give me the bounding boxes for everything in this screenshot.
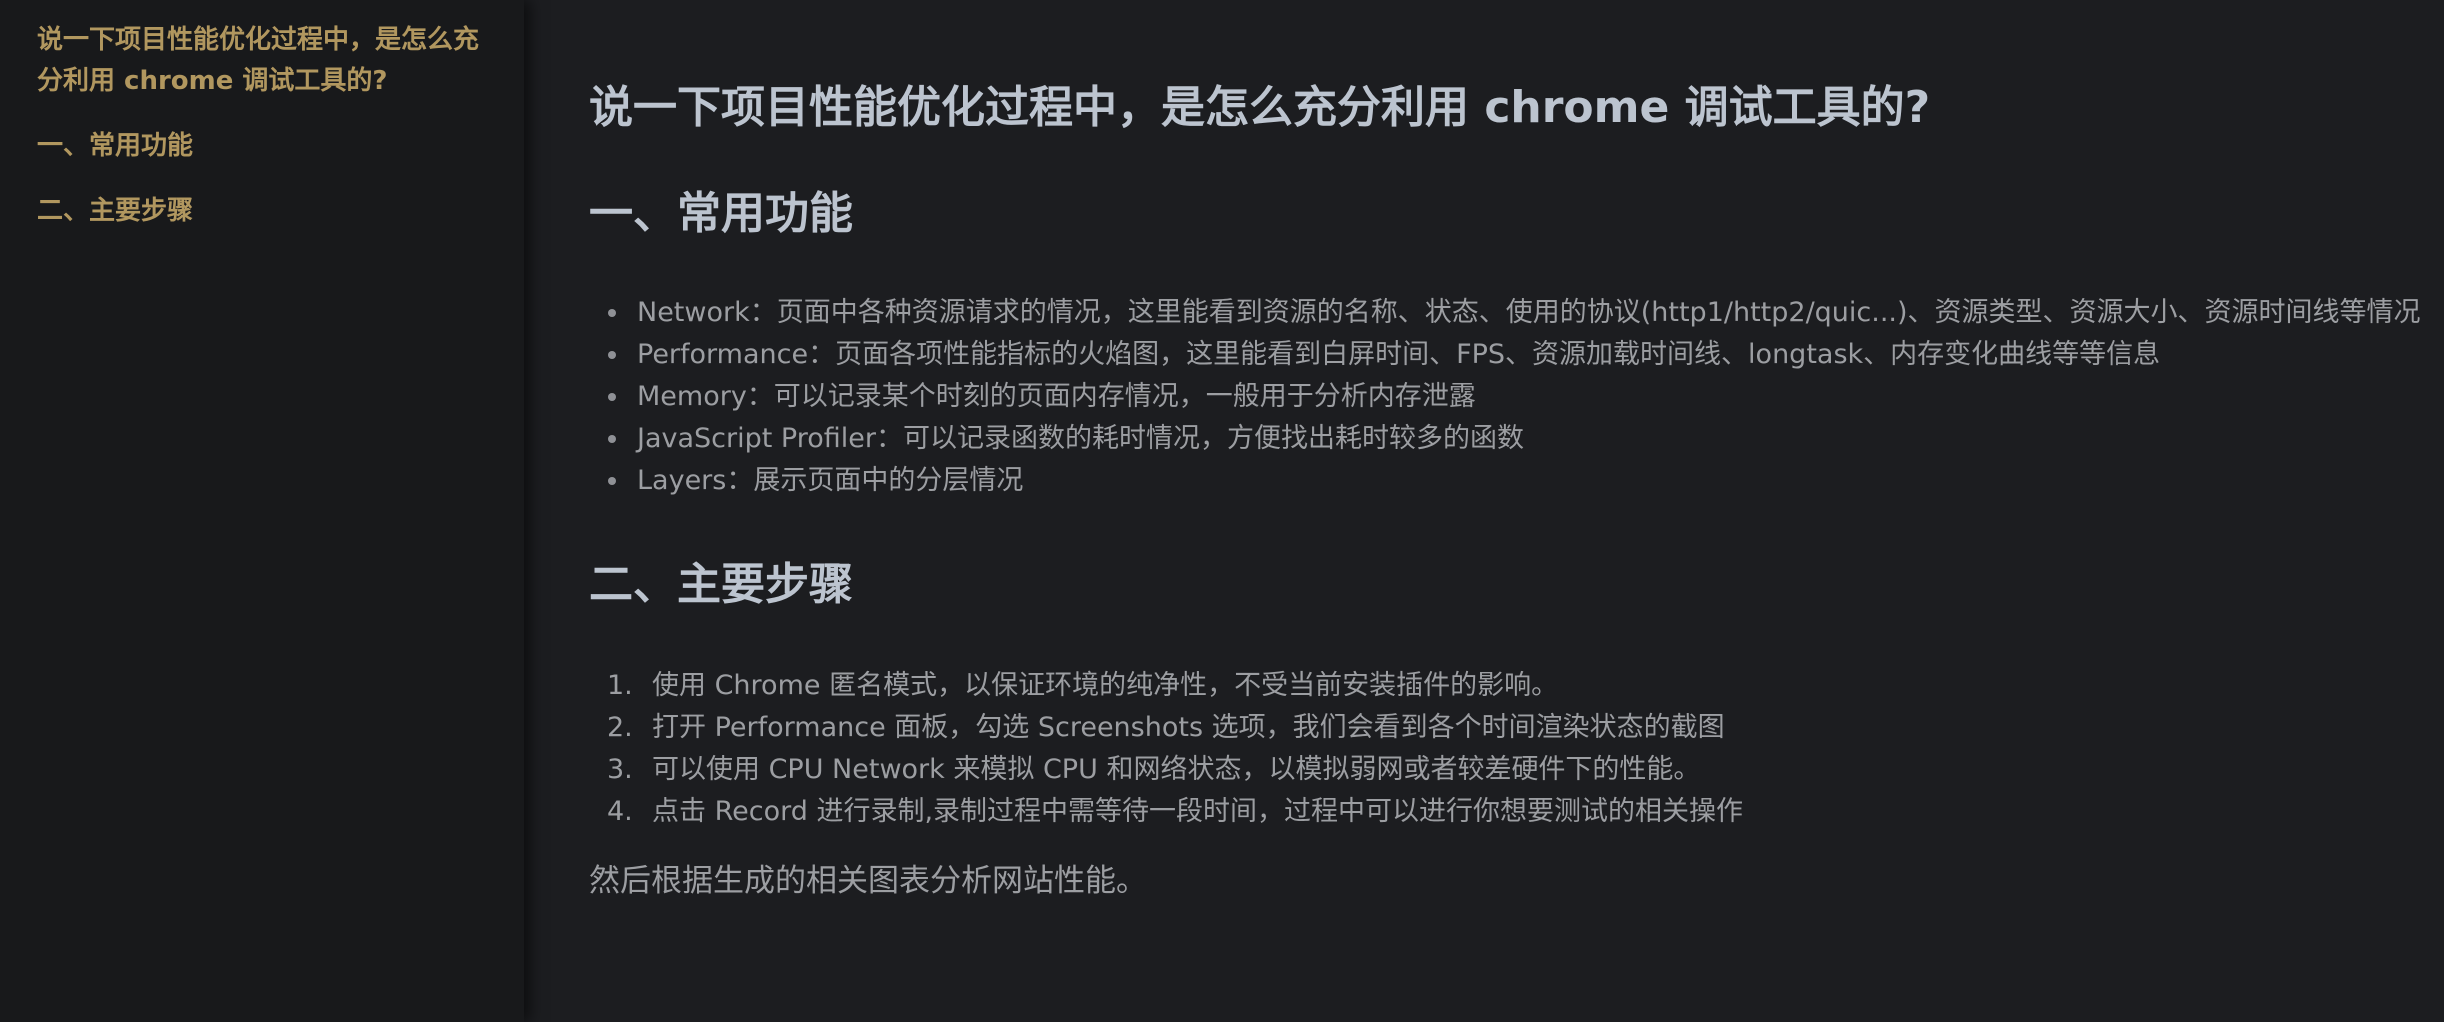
list-item-text: Network：页面中各种资源请求的情况，这里能看到资源的名称、状态、使用的协议… (637, 297, 2421, 328)
bullet-icon (608, 477, 616, 485)
step-number: 1. (607, 670, 633, 701)
steps-list: 1. 使用 Chrome 匿名模式，以保证环境的纯净性，不受当前安装插件的影响。 … (589, 665, 2426, 833)
list-item: 1. 使用 Chrome 匿名模式，以保证环境的纯净性，不受当前安装插件的影响。 (589, 665, 2426, 707)
list-item: Memory：可以记录某个时刻的页面内存情况，一般用于分析内存泄露 (589, 376, 2426, 417)
bullet-icon (608, 351, 616, 359)
step-number: 2. (607, 712, 633, 743)
toc-sidebar: 说一下项目性能优化过程中，是怎么充分利用 chrome 调试工具的? 一、常用功… (0, 0, 524, 1022)
features-list: Network：页面中各种资源请求的情况，这里能看到资源的名称、状态、使用的协议… (589, 292, 2426, 501)
bullet-icon (608, 435, 616, 443)
list-item: Performance：页面各项性能指标的火焰图，这里能看到白屏时间、FPS、资… (589, 334, 2426, 375)
conclusion-paragraph: 然后根据生成的相关图表分析网站性能。 (589, 863, 1147, 899)
step-text: 可以使用 CPU Network 来模拟 CPU 和网络状态，以模拟弱网或者较差… (652, 754, 1701, 785)
list-item: Layers：展示页面中的分层情况 (589, 460, 2426, 501)
toc-item-steps[interactable]: 二、主要步骤 (37, 191, 494, 232)
section-heading-features: 一、常用功能 (589, 188, 853, 239)
list-item: Network：页面中各种资源请求的情况，这里能看到资源的名称、状态、使用的协议… (589, 292, 2426, 333)
step-text: 使用 Chrome 匿名模式，以保证环境的纯净性，不受当前安装插件的影响。 (652, 670, 1559, 701)
list-item-text: Memory：可以记录某个时刻的页面内存情况，一般用于分析内存泄露 (637, 381, 1476, 412)
list-item: 4. 点击 Record 进行录制,录制过程中需等待一段时间，过程中可以进行你想要… (589, 791, 2426, 833)
article-title: 说一下项目性能优化过程中，是怎么充分利用 chrome 调试工具的? (589, 82, 1931, 133)
toc-item-features[interactable]: 一、常用功能 (37, 126, 494, 167)
list-item-text: Performance：页面各项性能指标的火焰图，这里能看到白屏时间、FPS、资… (637, 339, 2161, 370)
step-text: 点击 Record 进行录制,录制过程中需等待一段时间，过程中可以进行你想要测试… (652, 796, 1744, 827)
bullet-icon (608, 393, 616, 401)
step-text: 打开 Performance 面板，勾选 Screenshots 选项，我们会看… (652, 712, 1725, 743)
toc-item-title[interactable]: 说一下项目性能优化过程中，是怎么充分利用 chrome 调试工具的? (37, 20, 494, 102)
section-heading-steps: 二、主要步骤 (589, 559, 853, 610)
list-item: 3. 可以使用 CPU Network 来模拟 CPU 和网络状态，以模拟弱网或者… (589, 749, 2426, 791)
app-window: 说一下项目性能优化过程中，是怎么充分利用 chrome 调试工具的? 一、常用功… (0, 0, 2444, 1022)
bullet-icon (608, 309, 616, 317)
article-content: 说一下项目性能优化过程中，是怎么充分利用 chrome 调试工具的? 一、常用功… (524, 0, 2444, 1022)
step-number: 3. (607, 754, 633, 785)
list-item-text: JavaScript Profiler：可以记录函数的耗时情况，方便找出耗时较多… (637, 423, 1524, 454)
list-item: JavaScript Profiler：可以记录函数的耗时情况，方便找出耗时较多… (589, 418, 2426, 459)
step-number: 4. (607, 796, 633, 827)
list-item: 2. 打开 Performance 面板，勾选 Screenshots 选项，我们… (589, 707, 2426, 749)
list-item-text: Layers：展示页面中的分层情况 (637, 465, 1024, 496)
